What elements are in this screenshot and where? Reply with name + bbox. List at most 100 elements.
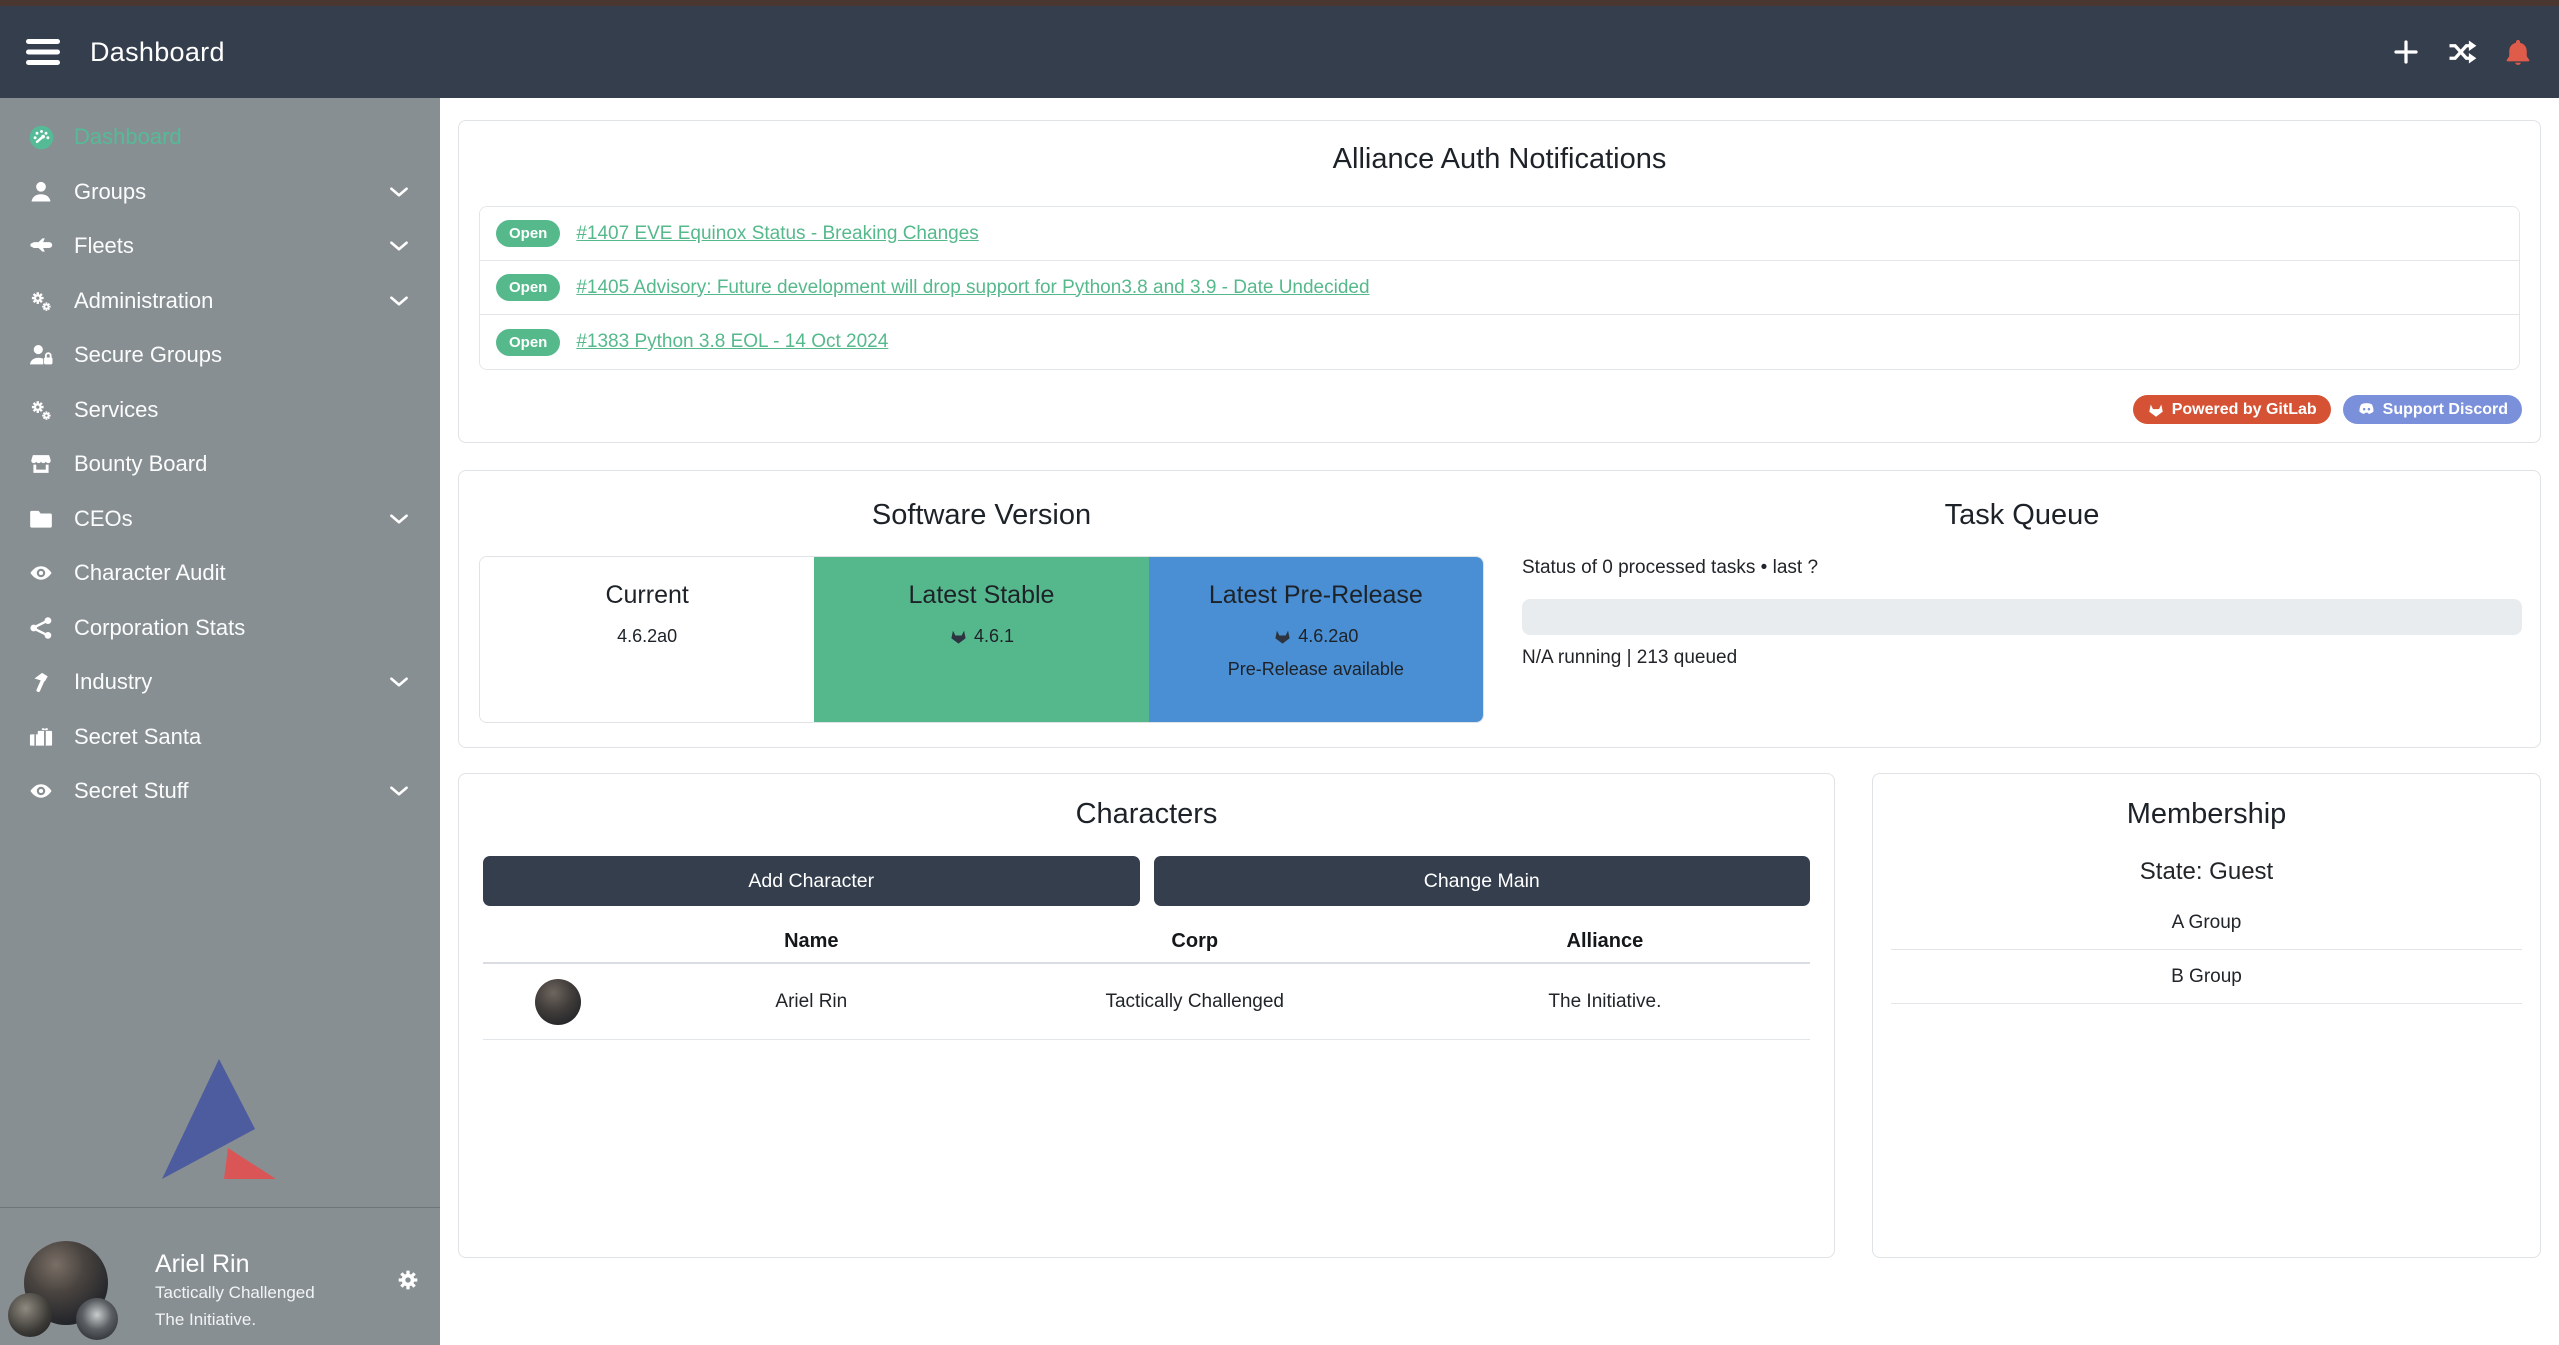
membership-title: Membership [1873, 798, 2540, 831]
sidebar-item-label: Bounty Board [74, 451, 207, 477]
support-discord-badge[interactable]: Support Discord [2343, 395, 2522, 424]
menu-toggle-icon[interactable] [26, 38, 60, 66]
share-icon [28, 614, 62, 642]
notification-item: Open #1383 Python 3.8 EOL - 14 Oct 2024 [480, 315, 2519, 369]
cell-character-alliance: The Initiative. [1400, 991, 1810, 1013]
gitlab-tanuki-icon [949, 627, 968, 646]
chevron-down-icon [386, 179, 412, 205]
sidebar: Dashboard Groups Fleets [0, 98, 440, 1345]
user-name: Ariel Rin [155, 1250, 249, 1279]
sidebar-item-label: Services [74, 397, 158, 423]
chevron-down-icon [386, 288, 412, 314]
discord-badge-label: Support Discord [2383, 401, 2508, 419]
sidebar-item-label: Secret Stuff [74, 778, 189, 804]
page-title: Dashboard [90, 37, 225, 68]
gitlab-badge-label: Powered by GitLab [2172, 401, 2317, 419]
task-queue-status: Status of 0 processed tasks • last ? [1522, 557, 1818, 579]
version-stable-box: Latest Stable 4.6.1 [814, 557, 1148, 722]
version-number: 4.6.2a0 [617, 626, 677, 647]
status-badge: Open [496, 220, 560, 247]
user-lock-icon [28, 341, 62, 369]
discord-icon [2357, 400, 2376, 419]
membership-panel: Membership State: Guest A Group B Group [1872, 773, 2541, 1258]
software-version-title: Software Version [459, 499, 1504, 532]
notification-link[interactable]: #1383 Python 3.8 EOL - 14 Oct 2024 [576, 331, 888, 353]
folder-icon [28, 505, 62, 533]
sidebar-item-administration[interactable]: Administration [0, 274, 440, 329]
version-label: Current [480, 581, 814, 610]
version-boxes: Current 4.6.2a0 Latest Stable 4.6.1 Late… [479, 556, 1484, 723]
sidebar-item-label: CEOs [74, 506, 133, 532]
shuffle-icon[interactable] [2447, 37, 2477, 67]
column-header-name: Name [633, 930, 990, 953]
sidebar-item-secret-santa[interactable]: Secret Santa [0, 710, 440, 765]
software-version-section: Software Version Current 4.6.2a0 Latest … [459, 471, 1504, 749]
fighter-jet-icon [28, 232, 62, 260]
gitlab-tanuki-icon [1273, 627, 1292, 646]
group-list-item: A Group [1891, 896, 2522, 950]
hammer-icon [28, 668, 62, 696]
sidebar-item-dashboard[interactable]: Dashboard [0, 110, 440, 165]
sidebar-item-label: Administration [74, 288, 213, 314]
user-settings-gear-icon[interactable] [394, 1266, 422, 1294]
sidebar-item-corporation-stats[interactable]: Corporation Stats [0, 601, 440, 656]
sidebar-item-secure-groups[interactable]: Secure Groups [0, 328, 440, 383]
sidebar-item-label: Dashboard [74, 124, 182, 150]
character-portrait [535, 979, 581, 1025]
version-label: Latest Pre-Release [1149, 581, 1483, 610]
corp-logo-avatar [8, 1293, 52, 1337]
gears-icon [28, 396, 62, 424]
sidebar-item-label: Secure Groups [74, 342, 222, 368]
status-badge: Open [496, 329, 560, 356]
sidebar-item-industry[interactable]: Industry [0, 655, 440, 710]
sidebar-item-secret-stuff[interactable]: Secret Stuff [0, 764, 440, 819]
add-character-button[interactable]: Add Character [483, 856, 1140, 906]
eye-icon [28, 777, 62, 805]
sidebar-item-character-audit[interactable]: Character Audit [0, 546, 440, 601]
alliance-auth-logo [158, 1055, 278, 1183]
gifts-icon [28, 723, 62, 751]
sidebar-item-fleets[interactable]: Fleets [0, 219, 440, 274]
version-number: 4.6.1 [974, 626, 1014, 647]
notifications-list: Open #1407 EVE Equinox Status - Breaking… [479, 206, 2520, 370]
user-corporation: Tactically Challenged [155, 1283, 315, 1303]
characters-panel: Characters Add Character Change Main Nam… [458, 773, 1835, 1258]
notifications-panel: Alliance Auth Notifications Open #1407 E… [458, 120, 2541, 443]
notification-item: Open #1407 EVE Equinox Status - Breaking… [480, 207, 2519, 261]
user-alliance: The Initiative. [155, 1310, 256, 1330]
software-task-panel: Software Version Current 4.6.2a0 Latest … [458, 470, 2541, 748]
chevron-down-icon [386, 778, 412, 804]
membership-state: State: Guest [1873, 858, 2540, 886]
store-icon [28, 450, 62, 478]
cell-character-name: Ariel Rin [633, 991, 990, 1013]
sidebar-item-label: Character Audit [74, 560, 226, 586]
sidebar-item-label: Secret Santa [74, 724, 201, 750]
alliance-logo-avatar [76, 1298, 118, 1340]
table-row: Ariel Rin Tactically Challenged The Init… [483, 964, 1810, 1040]
chevron-down-icon [386, 506, 412, 532]
notifications-bell-icon[interactable] [2503, 37, 2533, 67]
gears-icon [28, 287, 62, 315]
eye-icon [28, 559, 62, 587]
change-main-button[interactable]: Change Main [1154, 856, 1811, 906]
sidebar-item-label: Fleets [74, 233, 134, 259]
sidebar-item-label: Industry [74, 669, 152, 695]
sidebar-item-groups[interactable]: Groups [0, 165, 440, 220]
sidebar-item-ceos[interactable]: CEOs [0, 492, 440, 547]
group-list-item: B Group [1891, 950, 2522, 1004]
sidebar-item-bounty-board[interactable]: Bounty Board [0, 437, 440, 492]
characters-title: Characters [459, 798, 1834, 831]
navbar: Dashboard [0, 6, 2559, 98]
gitlab-icon [2147, 401, 2165, 419]
prerelease-note: Pre-Release available [1149, 659, 1483, 680]
add-character-icon[interactable] [2391, 37, 2421, 67]
powered-by-gitlab-badge[interactable]: Powered by GitLab [2133, 395, 2331, 424]
notifications-title: Alliance Auth Notifications [459, 143, 2540, 176]
task-queue-title: Task Queue [1504, 499, 2540, 532]
version-label: Latest Stable [814, 581, 1148, 610]
cell-character-corp: Tactically Challenged [990, 991, 1400, 1013]
notification-link[interactable]: #1405 Advisory: Future development will … [576, 277, 1369, 299]
notification-link[interactable]: #1407 EVE Equinox Status - Breaking Chan… [576, 223, 978, 245]
sidebar-item-services[interactable]: Services [0, 383, 440, 438]
status-badge: Open [496, 274, 560, 301]
